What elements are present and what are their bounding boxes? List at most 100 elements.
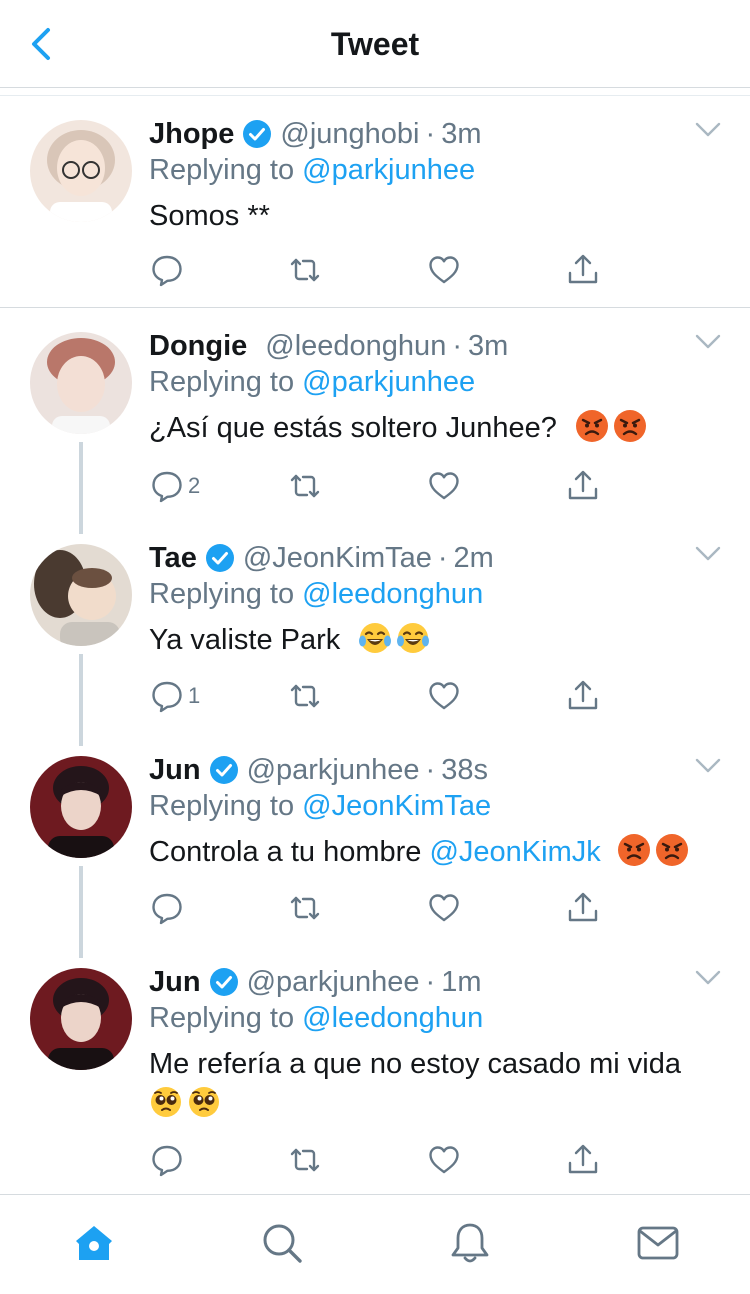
replying-label: Replying to [149, 366, 303, 398]
top-bar: Tweet [0, 0, 750, 88]
tweet-body: Me refería a que no estoy casado mi vida [149, 1048, 681, 1080]
share-button[interactable] [566, 468, 600, 504]
tweet-actions [150, 1142, 610, 1178]
tweet[interactable]: Jun @parkjunhee · 1m Replying to @leedon… [0, 944, 750, 1196]
mention-link[interactable]: @parkjunhee [302, 154, 475, 186]
like-button[interactable] [427, 468, 461, 504]
pleading-face-emoji-icon [151, 1087, 181, 1117]
mention-link[interactable]: @leedonghun [302, 578, 483, 610]
search-icon[interactable] [260, 1221, 304, 1265]
reply-button[interactable] [150, 890, 188, 926]
share-icon [568, 1144, 598, 1174]
reply-button[interactable]: 2 [150, 468, 200, 504]
retweet-button[interactable] [288, 252, 322, 288]
reply-icon [152, 1145, 182, 1177]
display-name[interactable]: Tae [149, 542, 197, 575]
display-name[interactable]: Jun [149, 966, 201, 999]
tweet-text: Ya valiste Park [149, 620, 729, 660]
replying-label: Replying to [149, 790, 303, 822]
tears-of-joy-emoji-icon [359, 623, 392, 653]
tweet-author-row: Jun @parkjunhee · 1m [149, 964, 481, 1000]
handle[interactable]: @leedonghun [265, 330, 446, 363]
timestamp: 38s [441, 753, 488, 786]
share-icon [568, 470, 598, 500]
notifications-icon[interactable] [448, 1221, 492, 1265]
tweet-actions: 2 [150, 468, 610, 504]
avatar[interactable] [30, 756, 132, 858]
avatar[interactable] [30, 968, 132, 1070]
tweet[interactable]: Jhope @junghobi · 3m Replying to @parkju… [0, 96, 750, 308]
replying-label: Replying to [149, 154, 303, 186]
verified-badge-icon [209, 968, 238, 996]
retweet-button[interactable] [288, 678, 322, 714]
mention-link[interactable]: @JeonKimJk [429, 836, 600, 868]
share-button[interactable] [566, 1142, 600, 1178]
reply-icon [152, 893, 182, 925]
retweet-icon [290, 258, 320, 282]
separator-dot: · [425, 753, 436, 786]
tweet-text: Somos ** [149, 196, 729, 236]
heart-icon [429, 682, 459, 710]
share-button[interactable] [566, 678, 600, 714]
chevron-down-icon[interactable] [694, 120, 722, 140]
replying-label: Replying to [149, 578, 303, 610]
reply-button[interactable] [150, 1142, 188, 1178]
tweet-author-row: Jhope @junghobi · 3m [149, 116, 481, 152]
messages-icon[interactable] [636, 1221, 680, 1265]
separator-dot: · [452, 329, 462, 362]
mention-link[interactable]: @parkjunhee [302, 366, 475, 398]
share-icon [568, 254, 598, 284]
separator-dot: · [425, 117, 436, 150]
timestamp: 3m [468, 329, 509, 362]
tweet[interactable]: Dongie @leedonghun · 3m Replying to @par… [0, 308, 750, 534]
tweet-text: ¿Así que estás soltero Junhee? [149, 408, 729, 448]
like-button[interactable] [427, 678, 461, 714]
avatar[interactable] [30, 120, 132, 222]
timestamp: 1m [441, 965, 482, 998]
retweet-button[interactable] [288, 890, 322, 926]
angry-face-emoji-icon [613, 410, 646, 442]
chevron-down-icon[interactable] [694, 756, 722, 776]
like-button[interactable] [427, 252, 461, 288]
share-button[interactable] [566, 890, 600, 926]
handle[interactable]: @junghobi [280, 118, 419, 151]
display-name[interactable]: Dongie [149, 330, 247, 363]
retweet-icon [290, 896, 320, 920]
tweet-text: Controla a tu hombre @JeonKimJk [149, 832, 729, 872]
tweet[interactable]: Tae @JeonKimTae · 2m Replying to @leedon… [0, 520, 750, 746]
handle[interactable]: @JeonKimTae [243, 542, 432, 575]
retweet-button[interactable] [288, 1142, 322, 1178]
reply-button[interactable] [150, 252, 188, 288]
emoji-row [149, 1084, 729, 1124]
tweet-actions [150, 252, 610, 288]
timestamp: 2m [453, 541, 494, 574]
reply-button[interactable]: 1 [150, 678, 200, 714]
like-button[interactable] [427, 1142, 461, 1178]
handle[interactable]: @parkjunhee [247, 966, 420, 999]
tweet[interactable]: Jun @parkjunhee · 38s Replying to @JeonK… [0, 732, 750, 958]
chevron-down-icon[interactable] [694, 544, 722, 564]
avatar[interactable] [30, 544, 132, 646]
avatar[interactable] [30, 332, 132, 434]
reply-icon [152, 471, 182, 503]
share-icon [568, 892, 598, 922]
display-name[interactable]: Jun [149, 754, 201, 787]
retweet-button[interactable] [288, 468, 322, 504]
angry-face-emoji-icon [617, 834, 650, 866]
like-button[interactable] [427, 890, 461, 926]
handle[interactable]: @parkjunhee [247, 754, 420, 787]
mention-link[interactable]: @leedonghun [302, 1002, 483, 1034]
reply-icon [152, 255, 182, 287]
chevron-down-icon[interactable] [694, 968, 722, 988]
separator-dot: · [425, 965, 436, 998]
display-name[interactable]: Jhope [149, 118, 234, 151]
retweet-icon [290, 1148, 320, 1172]
tweet-body: Controla a tu hombre [149, 836, 430, 868]
chevron-down-icon[interactable] [694, 332, 722, 352]
share-button[interactable] [566, 252, 600, 288]
heart-icon [429, 894, 459, 922]
verified-badge-icon [209, 756, 238, 784]
mention-link[interactable]: @JeonKimTae [302, 790, 491, 822]
home-icon[interactable] [72, 1221, 116, 1265]
angry-face-emoji-icon [655, 834, 688, 866]
